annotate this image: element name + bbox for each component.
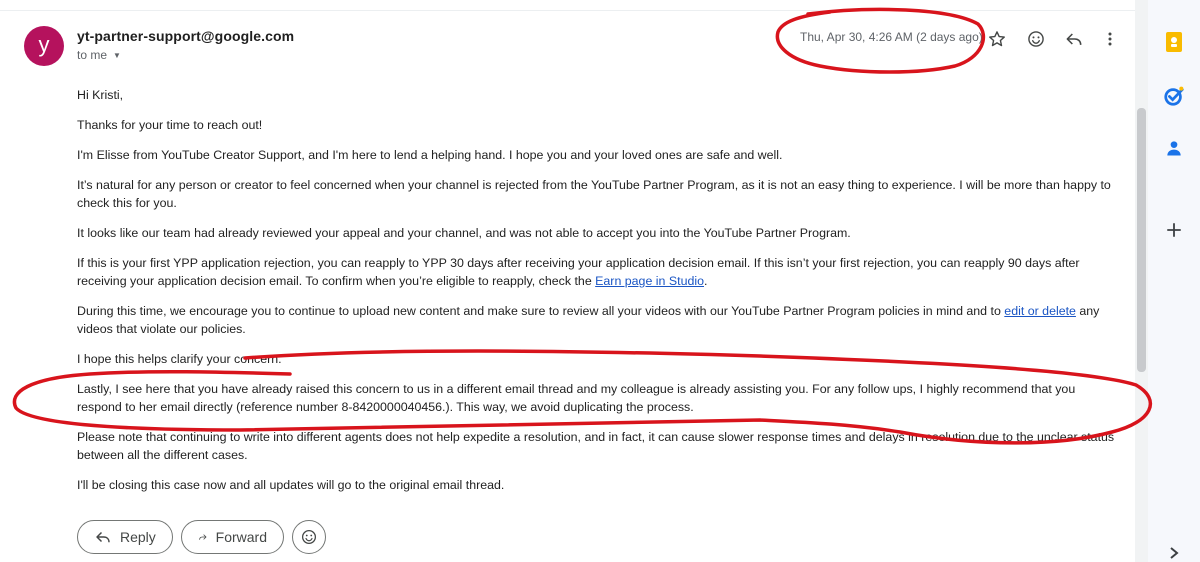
paragraph: I hope this helps clarify your concern. [77,352,282,366]
reply-icon[interactable] [1061,26,1087,52]
scrollbar-thumb[interactable] [1137,108,1146,372]
tasks-icon[interactable] [1162,84,1186,108]
forward-button[interactable]: Forward [181,520,284,554]
recipient-label: to me [77,48,108,62]
email-date: Thu, Apr 30, 4:26 AM (2 days ago) [800,30,983,44]
reply-icon [96,531,110,543]
contacts-icon[interactable] [1162,136,1186,160]
top-divider [0,0,1135,11]
paragraph: If this is your first YPP application re… [77,254,1117,290]
expand-icon[interactable] [1162,545,1186,561]
reply-button[interactable]: Reply [77,520,173,554]
chevron-down-icon[interactable]: ▼ [113,51,121,60]
emoji-reaction-button[interactable] [292,520,326,554]
avatar[interactable]: y [24,26,64,66]
forward-icon [199,534,207,540]
paragraph-text: If this is your first YPP application re… [77,256,1080,288]
earn-page-link[interactable]: Earn page in Studio [595,274,704,288]
reply-label: Reply [120,529,156,545]
keep-icon[interactable] [1162,30,1186,54]
star-icon[interactable] [984,26,1010,52]
emoji-icon [301,529,317,545]
greeting: Hi Kristi, [77,88,124,102]
paragraph-text: . [704,274,708,288]
paragraph: During this time, we encourage you to co… [77,302,1117,338]
more-vert-icon[interactable] [1097,26,1123,52]
sender-email[interactable]: yt-partner-support@google.com [77,28,294,44]
emoji-icon[interactable] [1023,26,1049,52]
email-view: y yt-partner-support@google.com to me ▼ … [0,0,1148,562]
paragraph: I'm Elisse from YouTube Creator Support,… [77,148,783,162]
paragraph: I'll be closing this case now and all up… [77,478,505,492]
paragraph-text: During this time, we encourage you to co… [77,304,1005,318]
recipient-line[interactable]: to me ▼ [77,48,121,62]
paragraph: Lastly, I see here that you have already… [77,382,1076,414]
paragraph: Thanks for your time to reach out! [77,118,263,132]
paragraph: It looks like our team had already revie… [77,226,851,240]
email-body: Hi Kristi, Thanks for your time to reach… [77,86,1117,506]
add-icon[interactable] [1162,218,1186,242]
paragraph: It’s natural for any person or creator t… [77,178,1111,210]
edit-or-delete-link[interactable]: edit or delete [1004,304,1076,318]
paragraph: Please note that continuing to write int… [77,430,1115,462]
forward-label: Forward [215,529,267,545]
